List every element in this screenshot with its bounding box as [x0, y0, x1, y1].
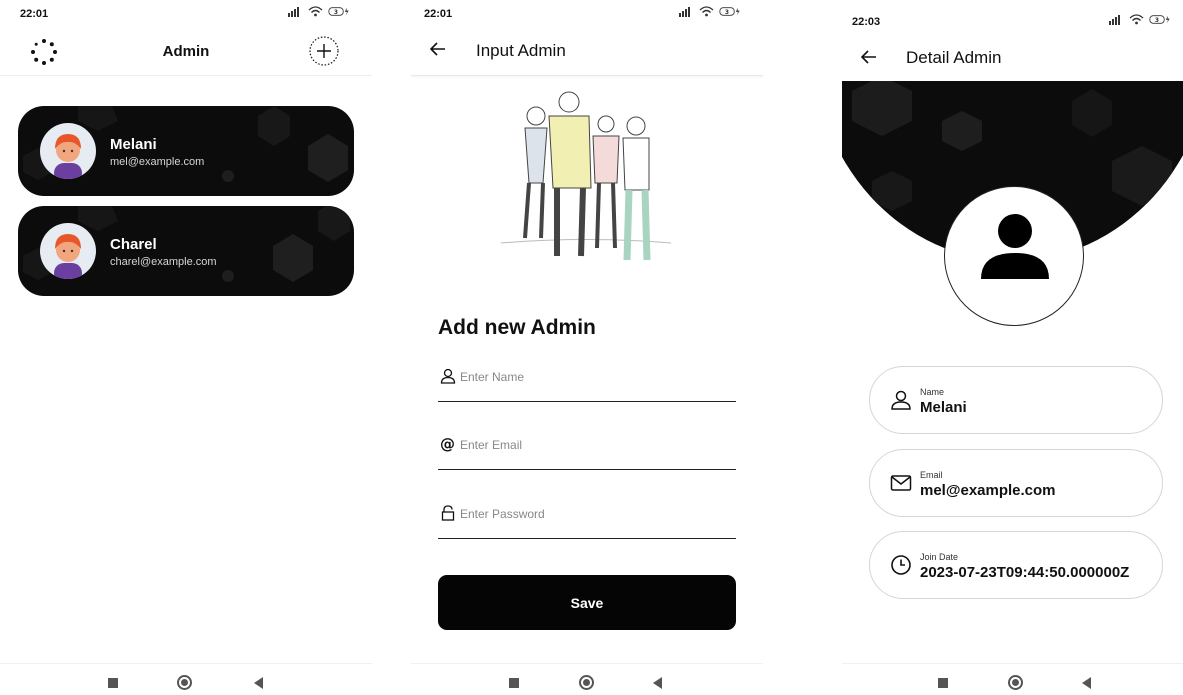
- svg-text:3: 3: [334, 10, 338, 16]
- home-icon[interactable]: [1008, 675, 1023, 690]
- name-field[interactable]: Enter Name: [438, 362, 736, 402]
- admin-email: mel@example.com: [110, 156, 205, 168]
- email-info-card: Email mel@example.com: [869, 449, 1163, 517]
- people-group-illustration: [500, 91, 672, 261]
- battery-charging-icon: 3: [328, 7, 349, 16]
- join-date-info-card: Join Date 2023-07-23T09:44:50.000000Z: [869, 531, 1163, 599]
- app-bar: Admin: [0, 28, 372, 76]
- app-bar: Input Admin: [411, 28, 763, 76]
- name-label: Name: [920, 387, 945, 397]
- status-bar: 22:01 3: [411, 0, 763, 28]
- signal-icon: [1109, 15, 1120, 25]
- input-admin-screen: 22:01 3 Input Admin Add new Admin Enter …: [411, 0, 763, 695]
- recent-apps-icon[interactable]: [938, 678, 948, 688]
- form-title: Add new Admin: [438, 316, 596, 339]
- avatar: [40, 123, 96, 179]
- email-placeholder: Enter Email: [460, 438, 523, 452]
- system-nav-bar: [842, 663, 1183, 695]
- person-icon: [891, 390, 911, 410]
- system-nav-bar: [411, 663, 763, 695]
- system-nav-bar: [0, 663, 372, 695]
- mail-icon: [890, 475, 912, 491]
- at-sign-icon: @: [440, 436, 455, 452]
- home-icon[interactable]: [579, 675, 594, 690]
- wifi-icon: [1129, 14, 1144, 25]
- back-nav-icon[interactable]: [653, 677, 662, 689]
- admin-email: charel@example.com: [110, 256, 217, 268]
- svg-text:3: 3: [1155, 18, 1159, 24]
- recent-apps-icon[interactable]: [108, 678, 118, 688]
- admin-name: Melani: [110, 136, 157, 153]
- save-button[interactable]: Save: [438, 575, 736, 630]
- password-placeholder: Enter Password: [460, 507, 545, 521]
- status-time: 22:03: [852, 16, 881, 28]
- admin-card[interactable]: Charel charel@example.com: [18, 206, 354, 296]
- person-icon: [981, 214, 1049, 279]
- back-arrow-icon[interactable]: [860, 48, 878, 66]
- home-icon[interactable]: [177, 675, 192, 690]
- add-admin-icon[interactable]: [308, 35, 340, 67]
- name-info-card: Name Melani: [869, 366, 1163, 434]
- person-icon: [440, 368, 456, 384]
- page-title: Input Admin: [476, 41, 566, 60]
- wifi-icon: [699, 6, 714, 17]
- avatar: [40, 223, 96, 279]
- email-field[interactable]: @ Enter Email: [438, 430, 736, 470]
- svg-text:3: 3: [725, 10, 729, 16]
- profile-avatar: [944, 186, 1084, 326]
- page-title: Detail Admin: [906, 48, 1002, 67]
- admin-card[interactable]: Melani mel@example.com: [18, 106, 354, 196]
- detail-admin-screen: 22:03 3 Detail Admin Name Melani Email m…: [842, 0, 1183, 695]
- recent-apps-icon[interactable]: [509, 678, 519, 688]
- name-placeholder: Enter Name: [460, 370, 525, 384]
- join-date-label: Join Date: [920, 552, 959, 562]
- app-bar: Detail Admin: [842, 36, 1183, 80]
- name-value: Melani: [920, 399, 967, 416]
- battery-charging-icon: 3: [719, 7, 740, 16]
- clock-icon: [891, 555, 911, 575]
- status-bar: 22:03 3: [842, 0, 1183, 28]
- lock-icon: [441, 505, 455, 521]
- status-bar: 22:01 3: [0, 0, 372, 28]
- back-nav-icon[interactable]: [254, 677, 263, 689]
- password-field[interactable]: Enter Password: [438, 499, 736, 539]
- back-arrow-icon[interactable]: [429, 40, 447, 58]
- signal-icon: [288, 7, 299, 17]
- status-time: 22:01: [20, 8, 49, 20]
- battery-charging-icon: 3: [1149, 15, 1170, 24]
- signal-icon: [679, 7, 690, 17]
- admin-name: Charel: [110, 236, 157, 253]
- status-time: 22:01: [424, 8, 453, 20]
- email-value: mel@example.com: [920, 482, 1056, 499]
- wifi-icon: [308, 6, 323, 17]
- email-label: Email: [920, 470, 943, 480]
- admin-list-screen: 22:01 3 Admin Melani mel@example.com Cha…: [0, 0, 372, 695]
- back-nav-icon[interactable]: [1082, 677, 1091, 689]
- join-date-value: 2023-07-23T09:44:50.000000Z: [920, 564, 1130, 581]
- svg-text:@: @: [440, 436, 455, 452]
